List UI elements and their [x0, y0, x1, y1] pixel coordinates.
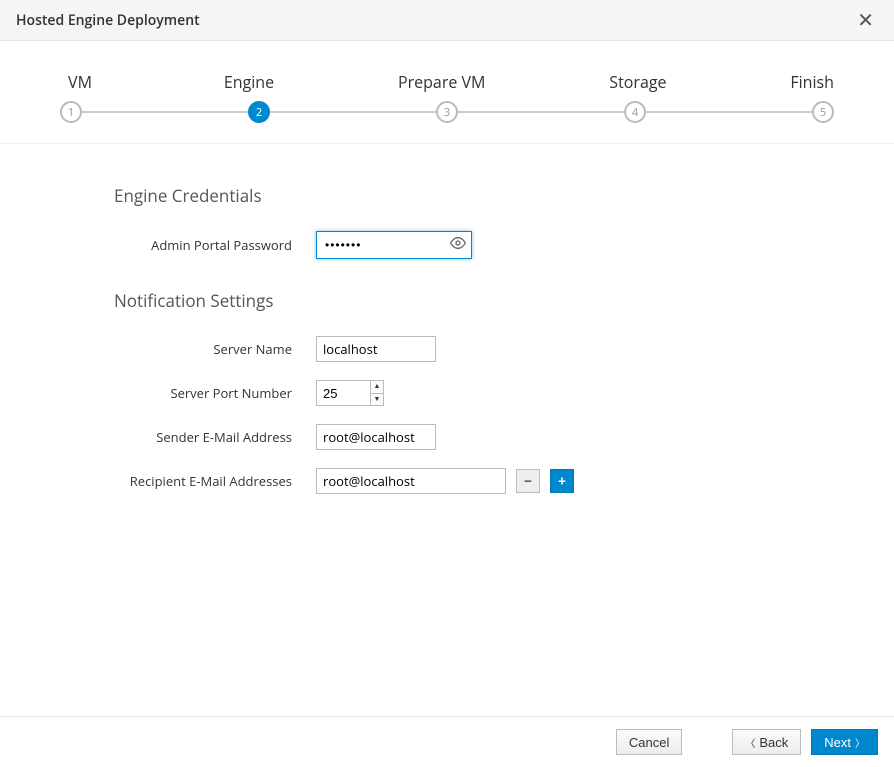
section-notification-settings: Notification Settings	[60, 289, 834, 312]
admin-password-input[interactable]	[316, 231, 472, 259]
port-step-down[interactable]: ▼	[370, 393, 384, 407]
chevron-left-icon: 〈	[745, 735, 755, 750]
recipient-email-input[interactable]	[316, 468, 506, 494]
label-sender-email: Sender E-Mail Address	[60, 428, 316, 446]
step-label-finish: Finish	[790, 71, 834, 93]
cancel-label: Cancel	[629, 735, 669, 750]
step-label-prepare-vm: Prepare VM	[398, 71, 485, 93]
chevron-right-icon: 〉	[855, 735, 865, 750]
step-line	[270, 111, 436, 113]
wizard-steps: VM Engine Prepare VM Storage Finish 1 2 …	[0, 41, 894, 144]
step-line	[82, 111, 248, 113]
back-label: Back	[759, 735, 788, 750]
close-icon[interactable]: ✕	[853, 10, 878, 30]
plus-icon: +	[558, 472, 566, 491]
modal-footer: Cancel 〈 Back Next 〉	[0, 716, 894, 767]
sender-email-input[interactable]	[316, 424, 436, 450]
modal-header: Hosted Engine Deployment ✕	[0, 0, 894, 41]
step-line	[458, 111, 624, 113]
label-admin-password: Admin Portal Password	[60, 236, 316, 254]
step-circle-5[interactable]: 5	[812, 101, 834, 123]
next-label: Next	[824, 735, 851, 750]
back-button[interactable]: 〈 Back	[732, 729, 801, 755]
step-circle-3[interactable]: 3	[436, 101, 458, 123]
minus-icon: −	[524, 472, 532, 491]
step-label-storage: Storage	[609, 71, 666, 93]
label-recipient-emails: Recipient E-Mail Addresses	[60, 472, 316, 490]
next-button[interactable]: Next 〉	[811, 729, 878, 755]
step-label-engine: Engine	[224, 71, 274, 93]
step-circle-4[interactable]: 4	[624, 101, 646, 123]
form-content: Engine Credentials Admin Portal Password…	[0, 144, 894, 532]
section-engine-credentials: Engine Credentials	[60, 184, 834, 207]
step-label-vm: VM	[60, 71, 100, 93]
step-circle-2[interactable]: 2	[248, 101, 270, 123]
add-recipient-button[interactable]: +	[550, 469, 574, 493]
step-line	[646, 111, 812, 113]
server-port-input[interactable]	[316, 380, 370, 406]
port-step-up[interactable]: ▲	[370, 380, 384, 393]
server-name-input[interactable]	[316, 336, 436, 362]
step-circle-1[interactable]: 1	[60, 101, 82, 123]
label-server-port: Server Port Number	[60, 384, 316, 402]
remove-recipient-button[interactable]: −	[516, 469, 540, 493]
label-server-name: Server Name	[60, 340, 316, 358]
modal-title: Hosted Engine Deployment	[16, 11, 200, 30]
cancel-button[interactable]: Cancel	[616, 729, 682, 755]
eye-icon[interactable]	[450, 235, 466, 255]
